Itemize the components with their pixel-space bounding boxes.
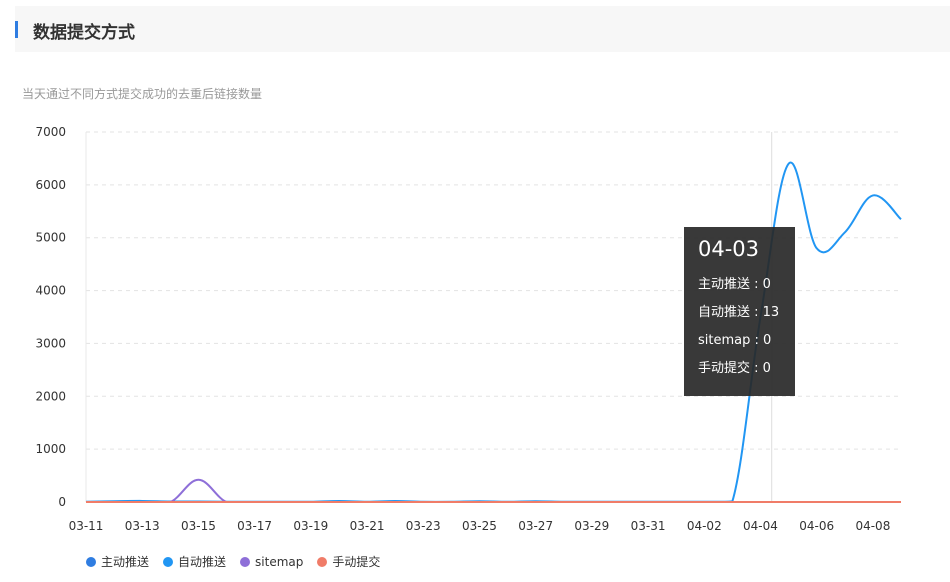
legend-item-zidong[interactable]: 自动推送 <box>163 553 226 570</box>
tooltip-row-shoudong: 手动提交 : 0 <box>698 361 771 376</box>
tooltip-row-sitemap: sitemap : 0 <box>698 333 772 348</box>
legend-dot-icon <box>240 556 251 567</box>
chart-legend: 主动推送 自动推送 sitemap 手动提交 <box>86 553 380 570</box>
y-tick-label: 4000 <box>35 284 66 298</box>
tooltip-row-zhudong: 主动推送 : 0 <box>698 277 771 292</box>
x-tick-label: 04-02 <box>687 519 722 533</box>
y-tick-label: 0 <box>58 495 66 509</box>
legend-dot-icon <box>163 556 174 567</box>
line-chart[interactable]: 0 1000 2000 3000 4000 5000 6000 7000 03-11 03-13 0… <box>0 110 950 542</box>
legend-item-sitemap[interactable]: sitemap <box>240 553 303 570</box>
x-tick-label: 04-08 <box>855 519 890 533</box>
series-line-2 <box>86 478 901 503</box>
x-tick-label: 03-15 <box>181 519 216 533</box>
chart-tooltip: 04-03 主动推送 : 0 自动推送 : 13 sitemap : 0 手动提… <box>684 227 795 396</box>
section-header: 数据提交方式 <box>15 6 950 52</box>
section-title: 数据提交方式 <box>33 23 135 43</box>
y-tick-label: 3000 <box>35 336 66 350</box>
x-tick-label: 03-29 <box>574 519 609 533</box>
x-tick-label: 04-04 <box>743 519 778 533</box>
legend-label: sitemap <box>255 554 304 569</box>
tooltip-date: 04-03 <box>698 237 760 261</box>
legend-label: 手动提交 <box>332 555 381 569</box>
legend-dot-icon <box>86 556 96 567</box>
tooltip-row-zidong: 自动推送 : 13 <box>698 305 780 320</box>
x-tick-label: 03-27 <box>518 519 553 533</box>
x-tick-label: 03-25 <box>462 519 497 533</box>
legend-item-zhudong[interactable]: 主动推送 <box>86 553 149 570</box>
x-tick-label: 03-31 <box>631 519 666 533</box>
chart-description: 当天通过不同方式提交成功的去重后链接数量 <box>22 87 263 101</box>
x-tick-label: 03-13 <box>125 519 160 533</box>
x-tick-label: 03-19 <box>293 519 328 533</box>
y-tick-label: 7000 <box>35 125 66 139</box>
x-tick-label: 03-17 <box>237 519 272 533</box>
y-tick-label: 5000 <box>35 231 66 245</box>
legend-dot-icon <box>317 556 328 567</box>
legend-label: 主动推送 <box>101 555 150 569</box>
section-accent-bar <box>15 21 18 38</box>
legend-item-shoudong[interactable]: 手动提交 <box>317 553 380 570</box>
x-tick-label: 03-21 <box>350 519 385 533</box>
y-tick-label: 2000 <box>35 389 66 403</box>
x-tick-label: 03-11 <box>69 519 104 533</box>
y-tick-label: 1000 <box>35 442 66 456</box>
y-tick-label: 6000 <box>35 178 66 192</box>
x-tick-label: 03-23 <box>406 519 441 533</box>
x-tick-label: 04-06 <box>799 519 834 533</box>
legend-label: 自动推送 <box>178 555 227 569</box>
